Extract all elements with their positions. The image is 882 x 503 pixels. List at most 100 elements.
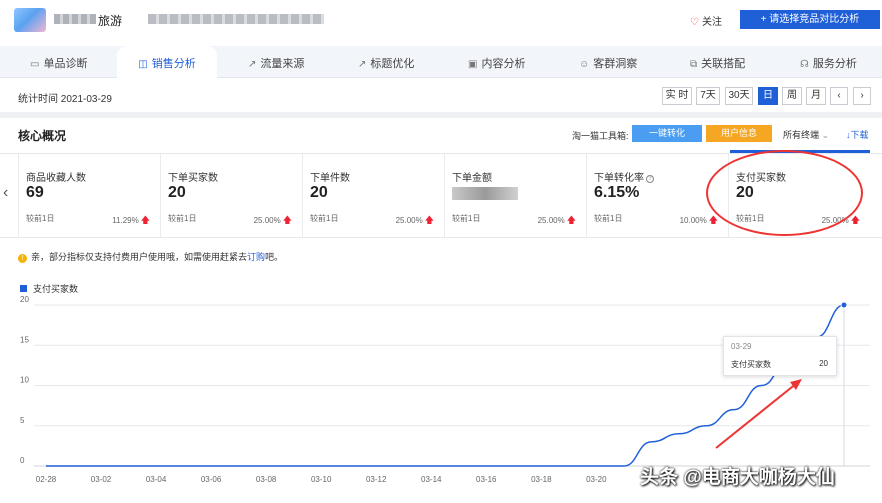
top-header: 旅游 ♡ 关注 + 请选择竞品对比分析 (0, 0, 882, 44)
chevron-down-icon: ⌄ (821, 130, 830, 140)
headset-icon: ☊ (800, 59, 809, 70)
y-tick-label: 20 (20, 295, 29, 304)
heart-icon: ♡ (690, 17, 699, 28)
arrow-up-icon: 🡅 (140, 215, 150, 225)
arrow-up-icon: 🡅 (282, 215, 292, 225)
tab-service-analysis[interactable]: ☊ 服务分析 (800, 46, 857, 78)
y-tick-label: 0 (20, 456, 25, 465)
metric-value: 20 (310, 184, 328, 201)
tab-sales-analysis[interactable]: ◫ 销售分析 (117, 46, 217, 78)
metric-compare: 较前1日 (310, 214, 339, 223)
tab-customer-insight[interactable]: ☺ 客群洞察 (579, 46, 637, 78)
blurred-value (452, 187, 518, 200)
section-separator (0, 112, 882, 118)
prev-date-button[interactable]: ‹ (830, 87, 848, 105)
subscribe-link[interactable]: 订购 (247, 252, 265, 262)
arrow-up-icon: 🡅 (566, 215, 576, 225)
chevron-left-icon[interactable]: ‹ (3, 184, 8, 202)
user-icon: ☺ (579, 59, 590, 70)
metric-label: 下单转化率? (594, 169, 654, 184)
metric-card[interactable]: 下单件数 20 较前1日 25.00% 🡅 (302, 154, 444, 238)
one-click-convert-button[interactable]: 一键转化 (632, 125, 702, 142)
range-realtime-button[interactable]: 实 时 (662, 87, 692, 105)
x-tick-label: 03-16 (476, 475, 497, 484)
x-tick-label: 03-06 (201, 475, 222, 484)
tooltip-date: 03-29 (731, 342, 752, 351)
chevron-left-icon: ‹ (837, 90, 841, 101)
core-overview-title: 核心概况 (18, 129, 67, 143)
stat-time: 统计时间 2021-03-29 (18, 94, 112, 105)
x-tick-label: 03-18 (531, 475, 552, 484)
trend-icon: ↗ (358, 59, 367, 70)
metric-compare: 较前1日 (594, 214, 623, 223)
shop-icon: ▭ (30, 59, 40, 70)
y-tick-label: 10 (20, 376, 29, 385)
metric-value: 69 (26, 184, 44, 201)
annotation-arrow (715, 382, 798, 449)
metric-compare: 较前1日 (168, 214, 197, 223)
metric-change: 10.00% 🡅 (679, 215, 718, 225)
metric-card[interactable]: 商品收藏人数 69 较前1日 11.29% 🡅 (18, 154, 160, 238)
help-icon: ? (646, 175, 654, 183)
chart-tooltip: 03-29 支付买家数 20 (723, 336, 837, 376)
metric-label: 下单金额 (452, 173, 492, 184)
x-tick-label: 03-20 (586, 475, 607, 484)
tooltip-value: 20 (819, 359, 828, 368)
data-point (840, 301, 848, 309)
tab-content-analysis[interactable]: ▣ 内容分析 (468, 46, 525, 78)
x-tick-label: 03-02 (91, 475, 112, 484)
x-tick-label: 03-14 (421, 475, 442, 484)
metric-card[interactable]: 下单买家数 20 较前1日 25.00% 🡅 (160, 154, 302, 238)
tab-related-matching[interactable]: ⧉ 关联搭配 (690, 46, 745, 78)
tab-traffic-source[interactable]: ↗ 流量来源 (248, 46, 304, 78)
metric-change: 25.00% 🡅 (537, 215, 576, 225)
highlight-ellipse (706, 150, 863, 236)
x-tick-label: 02-28 (36, 475, 57, 484)
trend-icon: ↗ (248, 59, 257, 70)
link-icon: ⧉ (690, 59, 698, 70)
tab-product-diagnosis[interactable]: ▭ 单品诊断 (30, 46, 87, 78)
shop-logo (14, 8, 46, 32)
metric-change: 11.29% 🡅 (112, 215, 150, 225)
range-month-button[interactable]: 月 (806, 87, 826, 105)
bag-icon: ◫ (138, 59, 148, 70)
y-tick-label: 15 (20, 335, 29, 344)
arrow-up-icon: 🡅 (424, 215, 434, 225)
metric-card[interactable]: 下单金额 较前1日 25.00% 🡅 (444, 154, 586, 238)
follow-label: 关注 (701, 17, 722, 28)
terminal-select[interactable]: 所有终端 ⌄ (783, 128, 829, 141)
toolbox-label: 淘一猫工具箱: (572, 131, 629, 141)
x-tick-label: 03-10 (311, 475, 332, 484)
shop-name: 旅游 (98, 14, 123, 28)
next-date-button[interactable]: › (853, 87, 871, 105)
x-tick-label: 03-08 (256, 475, 277, 484)
metric-label: 下单买家数 (168, 173, 218, 184)
metric-label: 下单件数 (310, 173, 350, 184)
paid-feature-notice: ! 亲，部分指标仅支持付费用户使用哦，如需使用赶紧去订购吧。 (18, 250, 283, 263)
y-tick-label: 5 (20, 416, 25, 425)
x-tick-label: 03-12 (366, 475, 387, 484)
range-week-button[interactable]: 周 (782, 87, 802, 105)
metric-value: 6.15% (594, 184, 640, 201)
image-icon: ▣ (468, 59, 478, 70)
blurred-text (54, 14, 96, 24)
range-day-button[interactable]: 日 (758, 87, 778, 105)
tab-title-optimization[interactable]: ↗ 标题优化 (358, 46, 414, 78)
range-30d-button[interactable]: 30天 (725, 87, 753, 105)
chevron-right-icon: › (860, 90, 864, 101)
user-info-button[interactable]: 用户信息 (706, 125, 772, 142)
download-link[interactable]: ↓下载 (846, 128, 869, 141)
compare-product-button[interactable]: + 请选择竞品对比分析 (740, 10, 880, 29)
follow-button[interactable]: ♡ 关注 (690, 13, 722, 28)
analysis-tabs: ▭ 单品诊断 ◫ 销售分析 ↗ 流量来源 ↗ 标题优化 ▣ 内容分析 ☺ 客群洞察 ⧉ 关联搭… (0, 46, 882, 78)
metric-change: 25.00% 🡅 (253, 215, 292, 225)
arrow-up-icon: 🡅 (708, 215, 718, 225)
stat-time-row: 统计时间 2021-03-29 实 时 7天 30天 日 周 月 ‹ › (0, 79, 882, 112)
metric-change: 25.00% 🡅 (395, 215, 434, 225)
x-tick-label: 03-04 (146, 475, 167, 484)
range-7d-button[interactable]: 7天 (696, 87, 720, 105)
blurred-text (148, 14, 324, 24)
tooltip-label: 支付买家数 (731, 360, 771, 369)
metric-compare: 较前1日 (26, 214, 55, 223)
arrow-up-icon: 🡅 (850, 215, 860, 225)
